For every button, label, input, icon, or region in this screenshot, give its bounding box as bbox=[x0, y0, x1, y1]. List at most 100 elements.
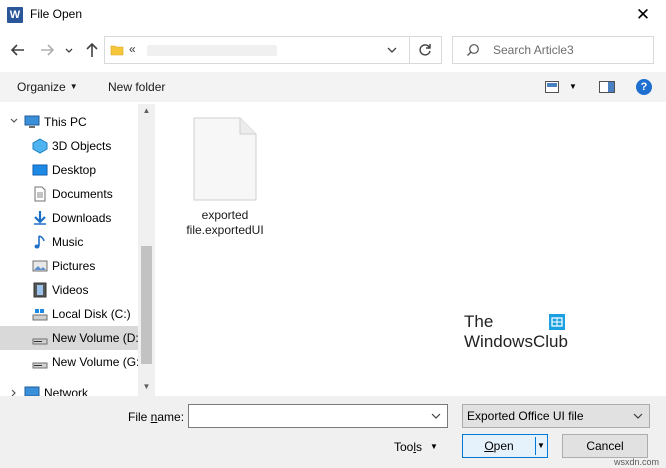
view-options-caret-icon[interactable]: ▼ bbox=[569, 82, 577, 91]
sidebar-item-videos[interactable]: Videos bbox=[0, 278, 138, 302]
open-button[interactable]: Open ▼ bbox=[462, 434, 548, 458]
sidebar-item-downloads[interactable]: Downloads bbox=[0, 206, 138, 230]
address-overflow-chevron[interactable]: « bbox=[129, 42, 136, 56]
chevron-down-icon bbox=[633, 413, 643, 419]
sidebar-item-new-volume-d[interactable]: New Volume (D: bbox=[0, 326, 139, 350]
sidebar-item-label: Desktop bbox=[52, 163, 97, 177]
help-icon[interactable]: ? bbox=[636, 79, 652, 95]
command-toolbar: Organize ▼ New folder ▼ ? bbox=[0, 72, 666, 102]
organize-label: Organize bbox=[17, 80, 66, 94]
file-name-line: file.exportedUI bbox=[186, 223, 264, 237]
folder-icon bbox=[110, 45, 124, 56]
sidebar-item-label: This PC bbox=[44, 115, 87, 129]
label-text: s bbox=[416, 440, 423, 454]
file-list-area: exported file.exportedUI The WindowsClub bbox=[156, 104, 666, 396]
sidebar-item-this-pc[interactable]: This PC bbox=[0, 110, 138, 134]
videos-icon bbox=[33, 282, 47, 298]
refresh-icon[interactable] bbox=[417, 42, 433, 58]
search-box[interactable]: Search Article3 bbox=[452, 36, 654, 64]
sidebar-item-3d-objects[interactable]: 3D Objects bbox=[0, 134, 138, 158]
chevron-down-icon[interactable] bbox=[431, 411, 441, 421]
address-separator bbox=[409, 37, 410, 63]
organize-menu-button[interactable]: Organize ▼ bbox=[17, 80, 78, 94]
sidebar-item-label: Downloads bbox=[52, 211, 112, 225]
sidebar-item-label: Documents bbox=[52, 187, 113, 201]
pictures-icon bbox=[32, 260, 48, 272]
file-name-input[interactable] bbox=[188, 404, 448, 428]
label-accelerator: O bbox=[484, 439, 494, 453]
address-dropdown-chevron-icon[interactable] bbox=[385, 43, 399, 57]
watermark-line2: WindowsClub bbox=[464, 332, 568, 351]
title-bar: W File Open ✕ bbox=[0, 0, 666, 30]
file-name-label: File name: bbox=[128, 410, 184, 424]
drive-icon bbox=[32, 338, 48, 345]
sidebar-item-label: Videos bbox=[52, 283, 89, 297]
cancel-label: Cancel bbox=[586, 439, 624, 453]
drive-icon bbox=[32, 362, 48, 369]
open-options-caret-icon[interactable]: ▼ bbox=[537, 441, 545, 450]
sidebar-item-pictures[interactable]: Pictures bbox=[0, 254, 138, 278]
documents-icon bbox=[34, 186, 46, 202]
address-bar[interactable]: « bbox=[104, 36, 442, 64]
up-arrow-icon[interactable] bbox=[83, 41, 101, 59]
file-name-line: exported bbox=[201, 208, 249, 222]
network-icon bbox=[24, 386, 40, 396]
local-disk-icon bbox=[32, 309, 48, 321]
window-title: File Open bbox=[30, 7, 83, 21]
cancel-button[interactable]: Cancel bbox=[562, 434, 648, 458]
scroll-up-arrow-icon[interactable]: ▲ bbox=[142, 106, 151, 115]
recent-locations-chevron-icon[interactable] bbox=[63, 41, 75, 59]
word-app-icon: W bbox=[7, 7, 23, 23]
file-icon bbox=[193, 117, 257, 201]
sidebar-item-new-volume-g[interactable]: New Volume (G: bbox=[0, 350, 140, 374]
credit-watermark: wsxdn.com bbox=[614, 457, 660, 467]
label-text: pen bbox=[493, 439, 514, 453]
sidebar-item-label: Music bbox=[52, 235, 84, 249]
navigation-pane: This PC 3D Objects Desktop Documents Dow… bbox=[0, 104, 156, 396]
file-item[interactable]: exported file.exportedUI bbox=[156, 104, 296, 244]
tools-menu-button[interactable]: Tools ▼ bbox=[394, 440, 438, 454]
open-label: Open bbox=[463, 439, 535, 453]
file-type-value: Exported Office UI file bbox=[467, 409, 584, 423]
expand-arrow-icon[interactable] bbox=[9, 388, 19, 396]
sidebar-item-local-disk-c[interactable]: Local Disk (C:) bbox=[0, 302, 138, 326]
collapse-arrow-icon[interactable] bbox=[9, 116, 19, 126]
new-folder-button[interactable]: New folder bbox=[108, 80, 165, 94]
sidebar-item-label: Pictures bbox=[52, 259, 96, 273]
3d-objects-icon bbox=[32, 138, 48, 154]
sidebar-item-label: New Volume (G: bbox=[52, 355, 140, 369]
search-placeholder: Search Article3 bbox=[493, 43, 574, 57]
back-arrow-icon[interactable] bbox=[9, 41, 27, 59]
windows-logo-icon bbox=[549, 314, 565, 330]
tools-caret-icon: ▼ bbox=[430, 442, 438, 451]
computer-icon bbox=[24, 115, 40, 128]
address-path-blurred bbox=[147, 45, 277, 56]
open-split-divider bbox=[535, 437, 536, 455]
downloads-icon bbox=[34, 211, 46, 225]
sidebar-item-label: Local Disk (C:) bbox=[52, 307, 131, 321]
sidebar-item-label: New Volume (D: bbox=[52, 331, 139, 345]
scroll-down-arrow-icon[interactable]: ▼ bbox=[142, 382, 151, 391]
organize-caret-icon: ▼ bbox=[69, 82, 78, 91]
scrollbar-thumb[interactable] bbox=[141, 246, 152, 364]
watermark: The WindowsClub bbox=[464, 312, 568, 352]
sidebar-item-documents[interactable]: Documents bbox=[0, 182, 138, 206]
close-button[interactable]: ✕ bbox=[620, 1, 666, 29]
dialog-footer: File name: Exported Office UI file Tools… bbox=[0, 396, 666, 468]
preview-pane-icon[interactable] bbox=[599, 81, 615, 93]
file-type-select[interactable]: Exported Office UI file bbox=[462, 404, 650, 428]
sidebar-scrollbar[interactable]: ▲ ▼ bbox=[138, 104, 155, 396]
file-name-label: exported file.exportedUI bbox=[158, 208, 292, 238]
label-text: Too bbox=[394, 440, 414, 454]
sidebar-item-label: Network bbox=[44, 386, 89, 396]
change-view-icon[interactable] bbox=[545, 81, 559, 93]
sidebar-item-music[interactable]: Music bbox=[0, 230, 138, 254]
sidebar-item-network[interactable]: Network bbox=[0, 384, 138, 396]
search-icon bbox=[467, 44, 479, 56]
desktop-icon bbox=[32, 164, 48, 176]
label-text: File bbox=[128, 410, 151, 424]
sidebar-item-label: 3D Objects bbox=[52, 139, 112, 153]
forward-arrow-icon[interactable] bbox=[38, 41, 56, 59]
sidebar-item-desktop[interactable]: Desktop bbox=[0, 158, 138, 182]
music-icon bbox=[34, 235, 45, 249]
